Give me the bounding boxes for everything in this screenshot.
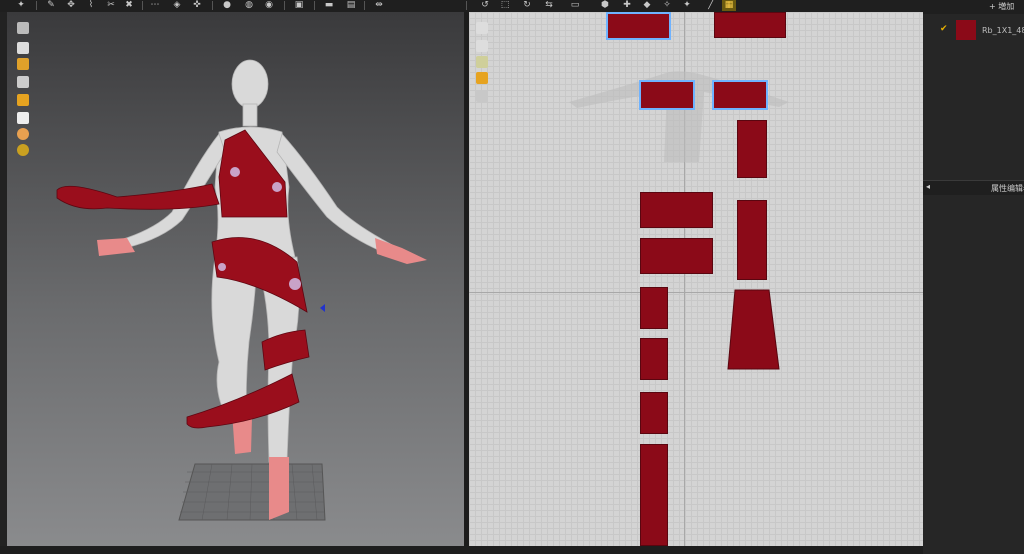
transform-icon[interactable]: ◍ (242, 0, 256, 11)
move-icon[interactable]: ✥ (64, 0, 78, 11)
pattern-fold-icon[interactable]: ✦ (680, 0, 694, 11)
fabric-name: Rb_1X1_486 (982, 26, 1024, 35)
line-icon[interactable]: ╱ (704, 0, 718, 11)
toolbar-separator (364, 1, 365, 10)
fabric-list-item[interactable]: ✔ Rb_1X1_486 (923, 20, 1024, 42)
toolbar-separator (314, 1, 315, 10)
point-icon[interactable]: ⋯ (148, 0, 162, 11)
pattern-piece[interactable] (640, 392, 668, 434)
pattern-piece[interactable] (640, 338, 668, 380)
avatar-scene[interactable] (7, 12, 464, 546)
left-edge-strip (0, 12, 7, 554)
object-browser-panel: + 増加 ✔ Rb_1X1_486 ◂ 属性编辑器 (923, 0, 1024, 554)
edit-point-icon[interactable] (476, 40, 488, 52)
property-editor-title: 属性编辑器 (991, 184, 1024, 193)
lock-icon[interactable] (476, 90, 488, 102)
property-editor-header: ◂ 属性编辑器 (923, 180, 1024, 195)
pattern-pin-icon[interactable]: ◆ (640, 0, 654, 11)
zoom-icon[interactable] (476, 56, 488, 68)
stitch-icon[interactable]: ✜ (190, 0, 204, 11)
pattern-piece[interactable] (737, 200, 767, 280)
pattern-scale-icon[interactable]: ⬚ (498, 0, 512, 11)
pattern-piece[interactable] (712, 80, 768, 110)
seam-icon[interactable]: ● (220, 0, 234, 11)
sew-icon[interactable]: ✂ (104, 0, 118, 11)
avatar-icon[interactable]: ✦ (14, 0, 28, 11)
cut-icon[interactable]: ▬ (322, 0, 336, 11)
pattern-piece[interactable] (640, 192, 713, 228)
tag-icon[interactable]: ⇹ (372, 0, 386, 11)
fabric-swatch (956, 20, 976, 40)
floor-grid (178, 463, 326, 521)
check-icon[interactable]: ✔ (940, 24, 948, 34)
select-icon[interactable] (476, 22, 488, 34)
pattern-point-icon[interactable]: ✧ (660, 0, 674, 11)
pattern-seam-icon[interactable]: ⬢ (598, 0, 612, 11)
object-browser-header: + 増加 (923, 0, 1024, 14)
status-bar (0, 546, 1024, 554)
pattern-move-icon[interactable]: ↺ (478, 0, 492, 11)
pattern-piece[interactable] (737, 120, 767, 178)
toolbar-separator (284, 1, 285, 10)
brush-icon[interactable]: ✎ (44, 0, 58, 11)
fold-icon[interactable]: ⌇ (84, 0, 98, 11)
3d-viewport[interactable] (7, 12, 464, 546)
pattern-piece[interactable] (606, 12, 671, 40)
pattern-piece[interactable] (640, 238, 713, 274)
pattern-piece[interactable] (727, 289, 787, 373)
pin-icon[interactable]: ✖ (122, 0, 136, 11)
pattern-flip-icon[interactable]: ⇆ (542, 0, 556, 11)
toolbar-separator (36, 1, 37, 10)
pattern-stitch-icon[interactable]: ✚ (620, 0, 634, 11)
pattern-piece[interactable] (640, 287, 668, 329)
hand-icon[interactable] (476, 72, 488, 84)
circle-icon[interactable]: ◈ (170, 0, 184, 11)
avatar-silhouette (569, 71, 789, 162)
pattern-piece[interactable] (640, 444, 668, 546)
pattern-edit-icon[interactable]: ▭ (568, 0, 582, 11)
toolbar-separator (466, 1, 467, 10)
toolbar-separator (212, 1, 213, 10)
pattern-rotate-icon[interactable]: ↻ (520, 0, 534, 11)
pattern-piece[interactable] (639, 80, 695, 110)
pattern-piece[interactable] (714, 12, 786, 38)
measure-icon[interactable]: ▤ (344, 0, 358, 11)
main-toolbar: ✦ ✎ ✥ ⌇ ✂ ✖ ⋯ ◈ ✜ ● ◍ ◉ ▣ ▬ ▤ ⇹ ↺ ⬚ ↻ ⇆ … (0, 0, 1024, 12)
edit-icon[interactable]: ▣ (292, 0, 306, 11)
add-button[interactable]: + 増加 (989, 1, 1014, 12)
gizmo-marker[interactable] (320, 304, 325, 312)
shape-icon[interactable]: ◉ (262, 0, 276, 11)
2d-pattern-window[interactable] (469, 12, 923, 546)
toolbar-separator (142, 1, 143, 10)
ruler-icon[interactable]: ▦ (722, 0, 736, 11)
collapse-icon[interactable]: ◂ (926, 182, 930, 191)
